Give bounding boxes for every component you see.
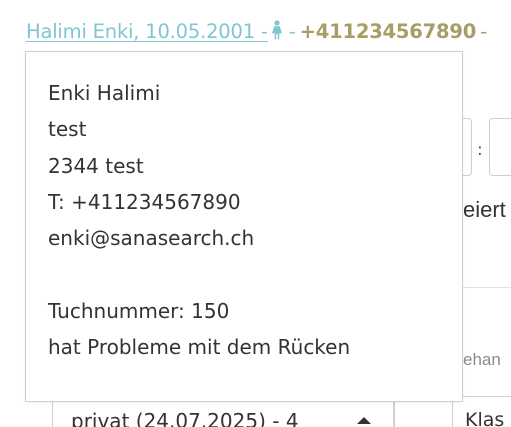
time-minute-input[interactable] (489, 118, 511, 176)
header-separator: - (288, 20, 296, 43)
female-person-icon (271, 20, 282, 40)
patient-name-link[interactable]: Halimi Enki, 10.05.2001 - (26, 20, 268, 43)
partial-label: eiert (463, 197, 506, 222)
patient-details: Enki Halimi test 2344 test T: +411234567… (48, 75, 350, 365)
page: Halimi Enki, 10.05.2001 - - +411234567890… (0, 0, 511, 427)
patient-phone[interactable]: +411234567890 (300, 20, 477, 43)
patient-email: enki@sanasearch.ch (48, 226, 255, 251)
patient-tuchnummer: Tuchnummer: 150 (48, 298, 230, 323)
insurance-select-value: privat (24.07.2025) - 4 (71, 409, 299, 427)
patient-city: 2344 test (48, 153, 144, 178)
partial-label: ehan (463, 350, 501, 369)
patient-address: test (48, 117, 87, 142)
patient-header: Halimi Enki, 10.05.2001 - - +411234567890… (26, 19, 487, 45)
patient-details-popover: Enki Halimi test 2344 test T: +411234567… (25, 51, 463, 402)
time-separator: : (477, 140, 483, 160)
header-trailing-separator: - (480, 20, 487, 43)
patient-full-name: Enki Halimi (48, 81, 161, 105)
patient-phone-detail: T: +411234567890 (48, 189, 241, 214)
section-divider (463, 287, 511, 288)
patient-note: hat Probleme mit dem Rücken (48, 335, 351, 360)
caret-up-icon (357, 417, 371, 424)
class-select-value: Klas (465, 409, 505, 427)
